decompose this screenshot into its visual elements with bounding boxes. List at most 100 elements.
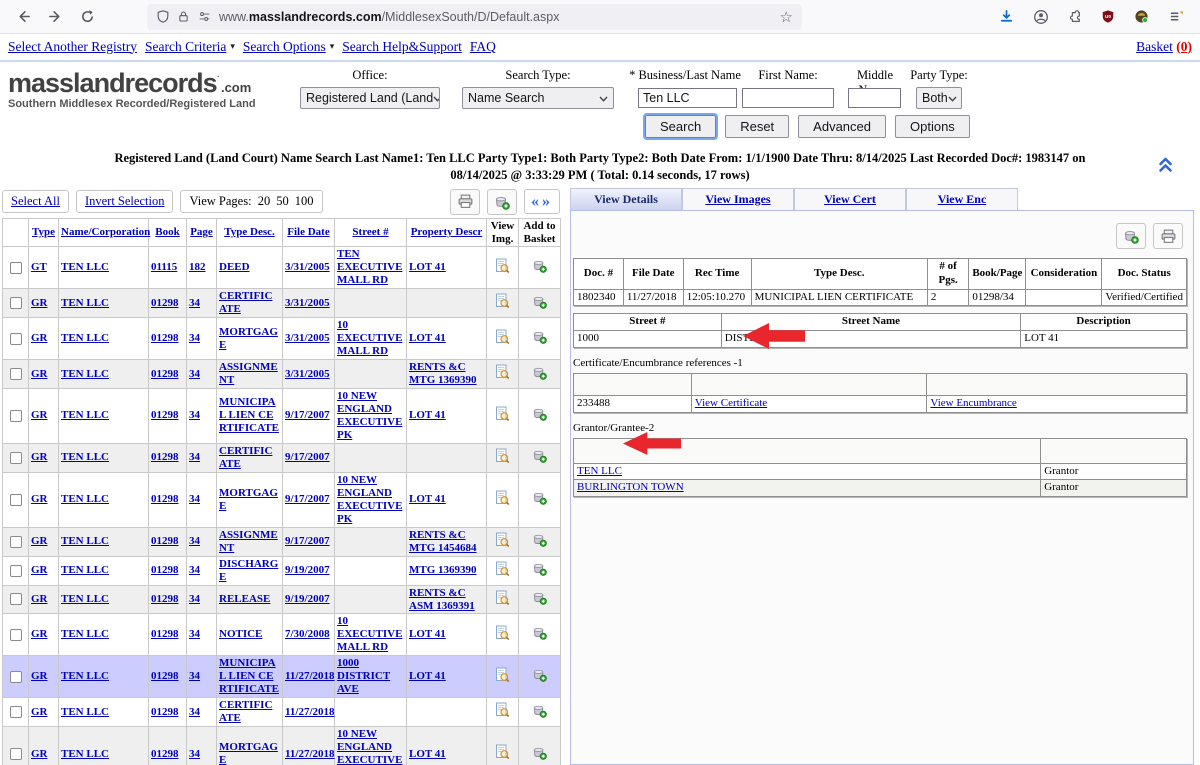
record-cell-link[interactable]: 34 <box>189 670 200 682</box>
view-image-icon[interactable] <box>495 744 510 760</box>
record-cell-link[interactable]: 01298 <box>151 368 179 380</box>
record-cell-link[interactable]: 34 <box>189 297 200 309</box>
record-cell-link[interactable]: LOT 41 <box>409 748 446 760</box>
row-checkbox[interactable] <box>10 593 22 605</box>
add-to-basket-icon[interactable] <box>532 667 547 682</box>
record-cell-link[interactable]: TEN EXECUTIVE MALL RD <box>337 248 402 286</box>
add-to-basket-icon[interactable] <box>532 625 547 640</box>
business-name-field[interactable]: Ten LLC <box>638 88 737 108</box>
office-select[interactable]: Registered Land (Land <box>300 87 440 109</box>
row-checkbox[interactable] <box>10 706 22 718</box>
record-cell-link[interactable]: GR <box>31 748 48 760</box>
record-cell-link[interactable]: 01298 <box>151 297 179 309</box>
record-cell-link[interactable]: DEED <box>219 261 250 273</box>
view-image-icon[interactable] <box>495 406 510 422</box>
record-cell-link[interactable]: 11/27/2018 <box>285 706 335 718</box>
row-checkbox[interactable] <box>10 452 22 464</box>
row-checkbox[interactable] <box>10 333 22 345</box>
record-cell-link[interactable]: TEN LLC <box>61 748 109 760</box>
record-cell-link[interactable]: 01298 <box>151 332 179 344</box>
nav-link[interactable]: Select Another Registry <box>8 39 137 55</box>
add-to-basket-icon[interactable] <box>532 448 547 463</box>
basket-link[interactable]: Basket (0) <box>1136 39 1192 55</box>
tab-view-details[interactable]: View Details <box>570 188 682 210</box>
view-image-icon[interactable] <box>495 561 510 577</box>
forward-icon[interactable] <box>48 9 63 24</box>
record-cell-link[interactable]: LOT 41 <box>409 670 446 682</box>
view-image-icon[interactable] <box>495 364 510 380</box>
record-cell-link[interactable]: 3/31/2005 <box>285 368 330 380</box>
record-cell-link[interactable]: LOT 41 <box>409 332 446 344</box>
view-image-icon[interactable] <box>495 625 510 641</box>
nav-link[interactable]: Search Help&Support <box>342 39 462 55</box>
record-cell-link[interactable]: GR <box>31 332 48 344</box>
record-cell-link[interactable]: TEN LLC <box>61 261 109 273</box>
row-checkbox[interactable] <box>10 565 22 577</box>
reload-icon[interactable] <box>80 9 95 24</box>
record-cell-link[interactable]: 3/31/2005 <box>285 261 330 273</box>
record-cell-link[interactable]: GR <box>31 593 48 605</box>
record-cell-link[interactable]: MORTGAGE <box>219 741 278 765</box>
record-cell-link[interactable]: 3/31/2005 <box>285 332 330 344</box>
view-image-icon[interactable] <box>495 258 510 274</box>
view-encumbrance-link[interactable]: View Encumbrance <box>930 397 1016 409</box>
record-cell-link[interactable]: GR <box>31 706 48 718</box>
view-pages-option[interactable]: 50 <box>276 194 289 208</box>
record-cell-link[interactable]: 10 NEW ENGLAND EXECUTIVE PK <box>337 728 402 765</box>
record-cell-link[interactable]: CERTIFICATE <box>219 445 272 470</box>
record-cell-link[interactable]: LOT 41 <box>409 493 446 505</box>
tab-label[interactable]: View Enc <box>938 192 987 207</box>
add-to-basket-icon[interactable] <box>532 532 547 547</box>
grantor-name-link[interactable]: TEN LLC <box>577 465 622 477</box>
record-cell-link[interactable]: 9/17/2007 <box>285 451 330 463</box>
record-cell-link[interactable]: 9/19/2007 <box>285 564 330 576</box>
view-pages-option[interactable]: 20 <box>258 194 271 208</box>
first-name-field[interactable] <box>742 88 834 108</box>
record-cell-link[interactable]: GR <box>31 409 48 421</box>
record-cell-link[interactable]: TEN LLC <box>61 368 109 380</box>
record-cell-link[interactable]: GR <box>31 493 48 505</box>
options-button[interactable]: Options <box>895 115 970 138</box>
view-image-icon[interactable] <box>495 590 510 606</box>
record-cell-link[interactable]: ASSIGNMENT <box>219 529 278 554</box>
tab-label[interactable]: View Images <box>705 192 770 207</box>
add-to-basket-icon[interactable] <box>532 590 547 605</box>
record-cell-link[interactable]: 34 <box>189 748 200 760</box>
record-cell-link[interactable]: GR <box>31 628 48 640</box>
record-cell-link[interactable]: TEN LLC <box>61 535 109 547</box>
basket-label[interactable]: Basket <box>1136 39 1173 54</box>
record-cell-link[interactable]: NOTICE <box>219 628 262 640</box>
column-sort-link[interactable]: Page <box>190 226 213 238</box>
record-cell-link[interactable]: LOT 41 <box>409 261 446 273</box>
back-icon[interactable] <box>16 9 31 24</box>
invert-selection-button[interactable]: Invert Selection <box>76 190 174 213</box>
record-cell-link[interactable]: 01298 <box>151 451 179 463</box>
record-cell-link[interactable]: RENTS &C MTG 1369390 <box>409 361 477 386</box>
record-cell-link[interactable]: 34 <box>189 493 200 505</box>
nav-link[interactable]: Search Options <box>243 39 326 55</box>
view-image-icon[interactable] <box>495 490 510 506</box>
record-cell-link[interactable]: 01298 <box>151 409 179 421</box>
record-cell-link[interactable]: CERTIFICATE <box>219 290 272 315</box>
add-to-basket-icon[interactable] <box>532 329 547 344</box>
print-results-button[interactable] <box>450 189 480 215</box>
row-checkbox[interactable] <box>10 410 22 422</box>
first-page-button[interactable]: « <box>531 193 542 210</box>
record-cell-link[interactable]: TEN LLC <box>61 706 109 718</box>
column-sort-link[interactable]: Street # <box>352 226 388 238</box>
view-image-icon[interactable] <box>495 532 510 548</box>
record-cell-link[interactable]: 01298 <box>151 593 179 605</box>
nav-link[interactable]: Search Criteria <box>145 39 226 55</box>
column-sort-link[interactable]: Name/Corporation <box>61 226 150 238</box>
row-checkbox[interactable] <box>10 262 22 274</box>
record-cell-link[interactable]: TEN LLC <box>61 297 109 309</box>
record-cell-link[interactable]: 01298 <box>151 706 179 718</box>
row-checkbox[interactable] <box>10 671 22 683</box>
record-cell-link[interactable]: 34 <box>189 564 200 576</box>
record-cell-link[interactable]: TEN LLC <box>61 493 109 505</box>
shield-icon[interactable] <box>156 9 170 24</box>
record-cell-link[interactable]: TEN LLC <box>61 409 109 421</box>
view-pages-option[interactable]: 100 <box>295 194 314 208</box>
record-cell-link[interactable]: TEN LLC <box>61 593 109 605</box>
print-doc-button[interactable] <box>1153 223 1183 249</box>
